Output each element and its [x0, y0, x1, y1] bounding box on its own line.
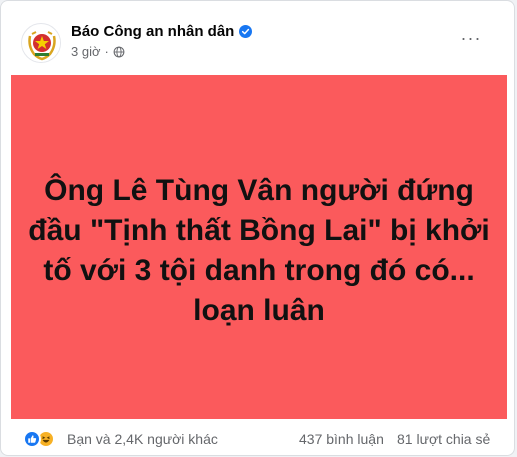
post-footer: Bạn và 2,4K người khác 437 bình luận 81 … — [1, 423, 514, 457]
post-meta: 3 giờ · — [71, 44, 125, 59]
post-card: Báo Công an nhân dân 3 giờ · ··· Ông Lê … — [0, 0, 515, 456]
more-options-button[interactable]: ··· — [458, 25, 484, 51]
globe-icon[interactable] — [113, 46, 125, 58]
like-icon — [23, 430, 41, 448]
reaction-summary[interactable]: Bạn và 2,4K người khác — [67, 431, 218, 447]
page-name[interactable]: Báo Công an nhân dân — [71, 23, 253, 40]
police-emblem-icon — [23, 25, 60, 62]
meta-separator: · — [104, 44, 109, 59]
page-avatar[interactable] — [21, 23, 61, 63]
banner-headline: Ông Lê Tùng Vân người đứng đầu "Tịnh thấ… — [28, 174, 490, 327]
post-header: Báo Công an nhân dân 3 giờ · ··· — [1, 1, 514, 75]
page-name-label[interactable]: Báo Công an nhân dân — [71, 23, 234, 40]
post-banner[interactable]: Ông Lê Tùng Vân người đứng đầu "Tịnh thấ… — [11, 75, 507, 419]
share-count-link[interactable]: 81 lượt chia sẻ — [397, 431, 490, 447]
reaction-icons[interactable] — [23, 430, 55, 448]
post-time[interactable]: 3 giờ — [71, 44, 101, 59]
verified-badge-icon — [239, 25, 253, 38]
more-options-icon: ··· — [460, 27, 482, 48]
comment-count-link[interactable]: 437 bình luận — [299, 431, 384, 447]
